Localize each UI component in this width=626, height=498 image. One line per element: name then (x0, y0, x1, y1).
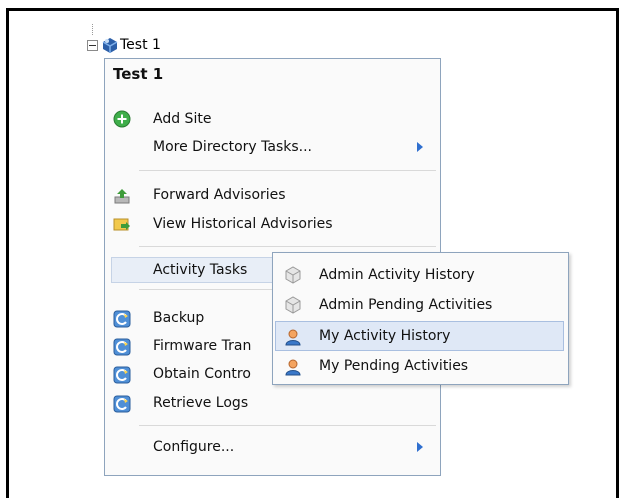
menu-item-forward-advisories[interactable]: Forward Advisories (153, 183, 286, 207)
user-icon (285, 359, 301, 376)
submenu-item-my-activity-history[interactable]: My Activity History (319, 324, 450, 348)
tree-connector (92, 24, 93, 35)
submenu-arrow-icon (417, 142, 423, 152)
forward-advisories-icon (114, 189, 130, 204)
submenu-item-admin-pending-activities[interactable]: Admin Pending Activities (319, 293, 492, 317)
tree-node-label: Test 1 (120, 37, 161, 53)
refresh-icon (113, 338, 131, 356)
add-icon (113, 110, 131, 128)
admin-cube-icon (285, 266, 301, 284)
menu-separator (139, 170, 436, 171)
submenu-arrow-icon (417, 442, 423, 452)
tree-node-test-1[interactable]: Test 1 (87, 35, 161, 55)
submenu-item-my-pending-activities[interactable]: My Pending Activities (319, 354, 468, 378)
historical-advisories-icon (113, 218, 130, 231)
refresh-icon (113, 395, 131, 413)
user-icon (285, 329, 301, 346)
activity-tasks-submenu: Admin Activity History Admin Pending Act… (272, 252, 569, 385)
refresh-icon (113, 310, 131, 328)
menu-separator (139, 246, 436, 247)
menu-item-firmware-transfer[interactable]: Firmware Tran (153, 334, 251, 358)
menu-item-activity-tasks[interactable]: Activity Tasks (153, 258, 247, 282)
menu-item-view-historical-advisories[interactable]: View Historical Advisories (153, 212, 333, 236)
refresh-icon (113, 366, 131, 384)
menu-header: Test 1 (113, 65, 164, 83)
menu-item-obtain-control[interactable]: Obtain Contro (153, 362, 251, 386)
directory-node-icon (102, 38, 118, 53)
menu-item-configure[interactable]: Configure... (153, 435, 234, 459)
admin-cube-icon (285, 296, 301, 314)
menu-separator (139, 425, 436, 426)
menu-item-backup[interactable]: Backup (153, 306, 204, 330)
menu-item-more-directory-tasks[interactable]: More Directory Tasks... (153, 135, 312, 159)
menu-item-retrieve-logs[interactable]: Retrieve Logs (153, 391, 248, 415)
submenu-item-admin-activity-history[interactable]: Admin Activity History (319, 263, 475, 287)
menu-item-add-site[interactable]: Add Site (153, 107, 211, 131)
collapse-icon[interactable] (87, 39, 98, 51)
